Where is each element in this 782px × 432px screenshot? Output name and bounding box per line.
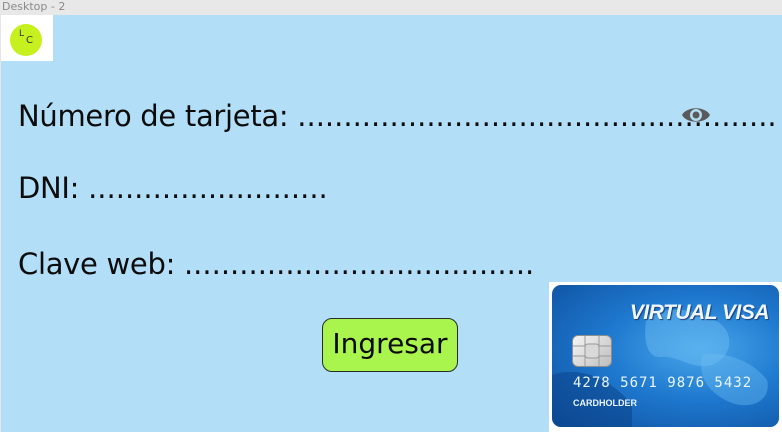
- chip-icon: [572, 335, 612, 367]
- window-title: Desktop - 2: [2, 0, 66, 13]
- visa-card: VIRTUAL VISA 4278 5671 9876 5432 CARDHOL…: [552, 285, 779, 427]
- card-number-label: Número de tarjeta:: [18, 99, 289, 133]
- logo: L C: [1, 15, 53, 61]
- card-number: 4278 5671 9876 5432: [573, 375, 753, 391]
- web-key-label: Clave web:: [18, 247, 176, 281]
- dni-field[interactable]: DNI: ..........................: [18, 171, 328, 205]
- card-number-field[interactable]: Número de tarjeta: .....................…: [18, 99, 777, 133]
- window-titlebar: Desktop - 2: [0, 0, 782, 15]
- dni-input[interactable]: ..........................: [88, 171, 328, 205]
- eye-icon[interactable]: [681, 104, 711, 126]
- logo-badge: L C: [10, 24, 42, 56]
- logo-letter-l: L: [19, 29, 25, 39]
- card-holder: CARDHOLDER: [573, 398, 637, 408]
- submit-button[interactable]: Ingresar: [322, 318, 458, 372]
- logo-letter-c: C: [26, 35, 33, 46]
- app-frame: L C Número de tarjeta: .................…: [1, 15, 782, 432]
- web-key-input[interactable]: ......................................: [184, 247, 534, 281]
- card-image: VIRTUAL VISA 4278 5671 9876 5432 CARDHOL…: [549, 282, 782, 432]
- web-key-field[interactable]: Clave web: .............................…: [18, 247, 534, 281]
- dni-label: DNI:: [18, 171, 80, 205]
- card-brand: VIRTUAL VISA: [629, 301, 770, 324]
